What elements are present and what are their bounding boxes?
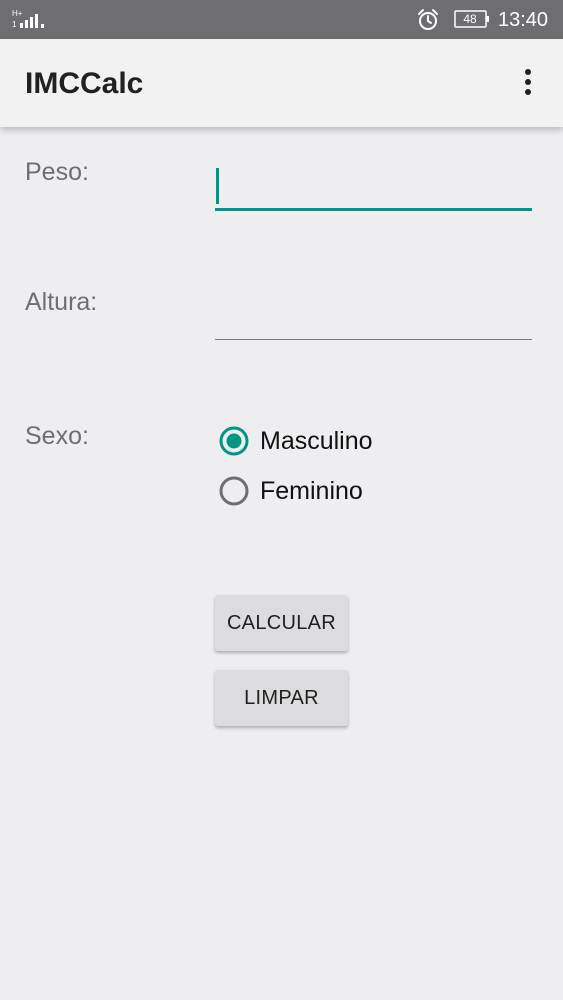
app-bar: IMCCalc: [0, 39, 563, 127]
radio-label-feminino: Feminino: [260, 477, 363, 505]
status-bar: H+ 1 48 13:40: [0, 0, 563, 39]
calcular-button[interactable]: CALCULAR: [215, 595, 348, 651]
overflow-menu-icon[interactable]: [516, 67, 540, 97]
limpar-button[interactable]: LIMPAR: [215, 670, 348, 726]
radio-checked-icon[interactable]: [218, 425, 250, 457]
radio-unchecked-icon[interactable]: [218, 475, 250, 507]
altura-input[interactable]: [215, 296, 540, 336]
app-title: IMCCalc: [25, 67, 144, 100]
peso-field[interactable]: [215, 167, 540, 211]
svg-text:1: 1: [12, 20, 17, 29]
svg-text:H+: H+: [12, 9, 23, 18]
altura-field[interactable]: [215, 296, 540, 340]
peso-input[interactable]: [215, 167, 540, 207]
signal-icon: H+ 1: [12, 9, 44, 29]
altura-underline: [215, 338, 532, 340]
peso-underline: [215, 208, 532, 211]
sexo-label: Sexo:: [25, 422, 89, 450]
text-cursor: [216, 168, 219, 204]
clock: 13:40: [498, 9, 549, 31]
altura-label: Altura:: [25, 288, 98, 316]
battery-level: 48: [463, 12, 477, 26]
radio-label-masculino: Masculino: [260, 427, 373, 455]
peso-label: Peso:: [25, 158, 89, 186]
alarm-icon: [418, 9, 438, 30]
